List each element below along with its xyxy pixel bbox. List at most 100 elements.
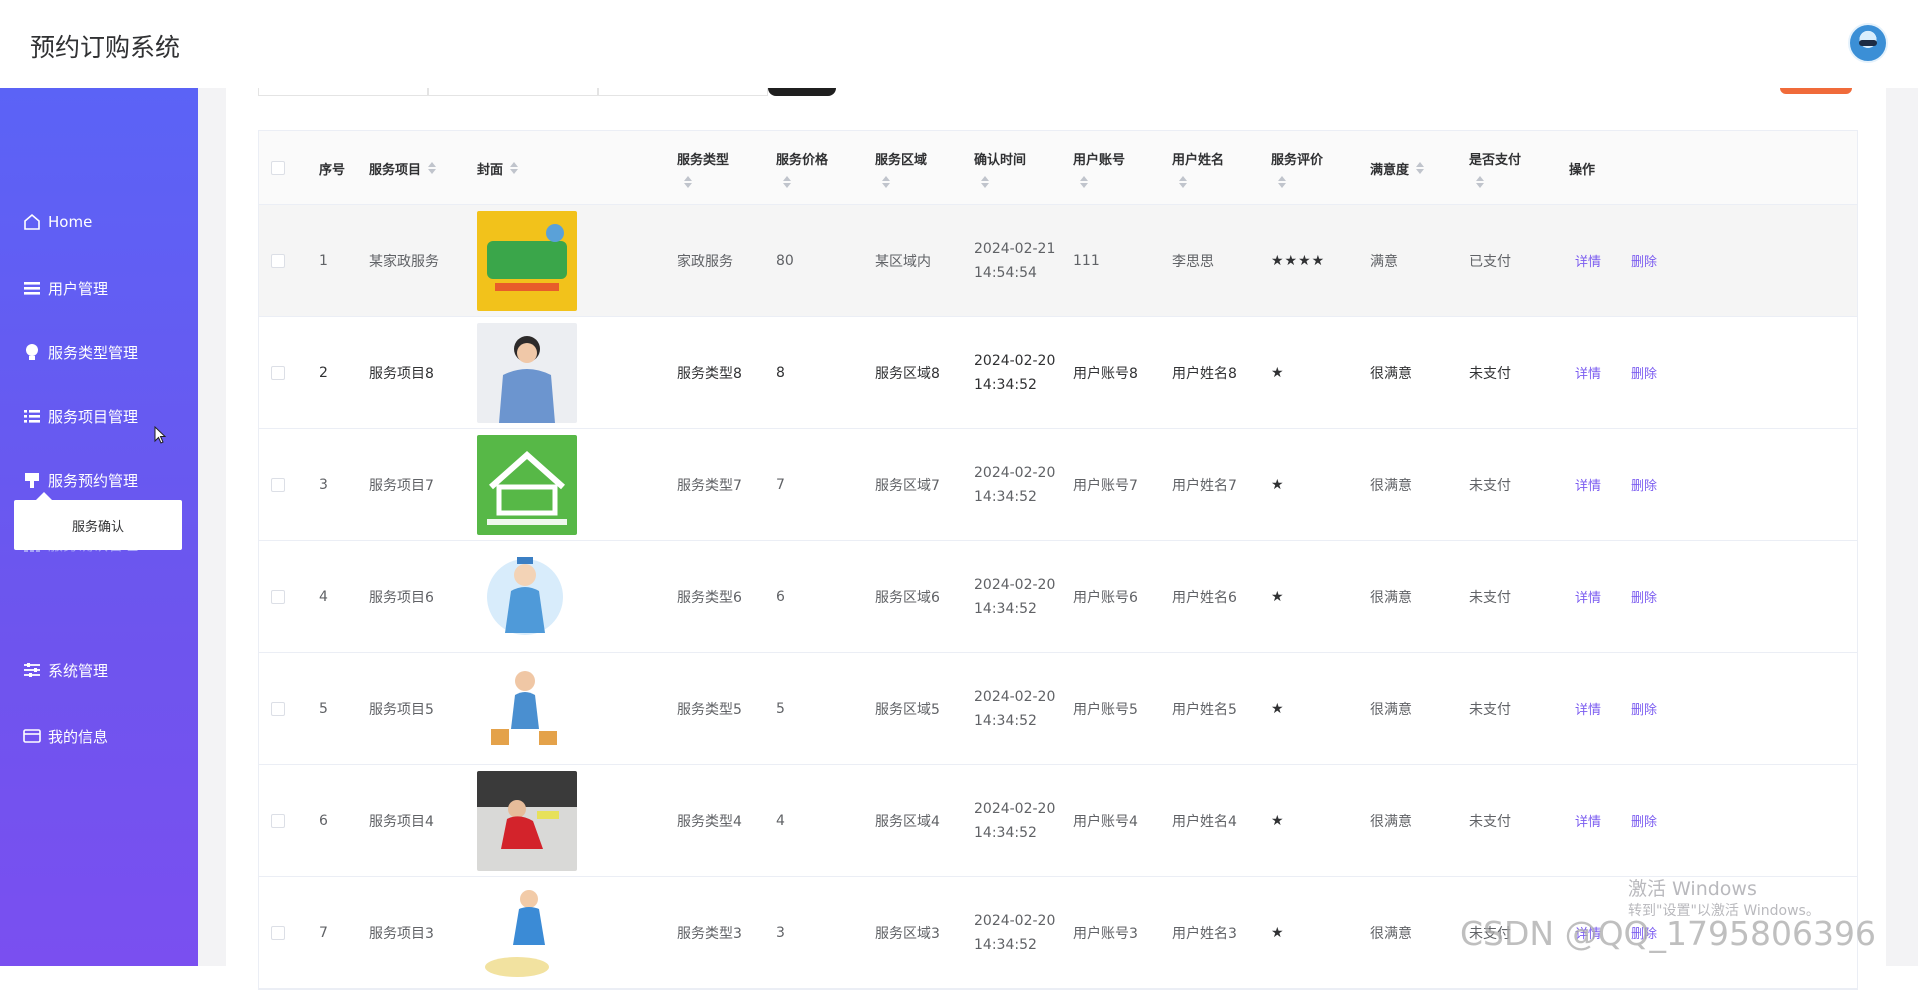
row-checkbox[interactable] bbox=[271, 765, 285, 876]
col-name[interactable]: 用户姓名 bbox=[1172, 131, 1224, 205]
delete-link[interactable]: 删除 bbox=[1631, 363, 1657, 382]
sidebar-item-users[interactable]: 用户管理 bbox=[22, 276, 108, 300]
cell-account: 用户账号8 bbox=[1073, 365, 1138, 382]
cell-paid: 已支付 bbox=[1469, 253, 1511, 270]
cell-index: 3 bbox=[319, 476, 328, 493]
cell-satisfaction: 很满意 bbox=[1370, 477, 1412, 494]
table-row[interactable]: 1 某家政服务 家政服务 80 某区域内 111 李思思 满意 已支付 2024-02-21 14:… bbox=[259, 205, 1857, 317]
cell-price: 3 bbox=[776, 924, 785, 941]
cell-satisfaction: 很满意 bbox=[1370, 365, 1412, 382]
detail-link[interactable]: 详情 bbox=[1575, 699, 1601, 718]
search-input[interactable] bbox=[428, 88, 598, 96]
sidebar-item-profile[interactable]: 我的信息 bbox=[22, 724, 108, 748]
cell-account: 用户账号3 bbox=[1073, 925, 1138, 942]
list-alt-icon bbox=[22, 406, 42, 426]
col-satisfaction[interactable]: 满意度 bbox=[1370, 131, 1425, 205]
col-area[interactable]: 服务区域 bbox=[875, 131, 927, 205]
sort-icon[interactable] bbox=[980, 175, 990, 188]
detail-link[interactable]: 详情 bbox=[1575, 475, 1601, 494]
col-paid[interactable]: 是否支付 bbox=[1469, 131, 1521, 205]
sidebar-item-service-items[interactable]: 服务项目管理 bbox=[22, 404, 138, 428]
table-row[interactable]: 5 服务项目5 服务类型5 5 服务区域5 用户账号5 用户姓名5 很满意 未支付 2024-02… bbox=[259, 653, 1857, 765]
submenu-item-confirm[interactable]: 服务确认 bbox=[14, 516, 182, 535]
cell-price: 6 bbox=[776, 588, 785, 605]
sort-icon[interactable] bbox=[881, 175, 891, 188]
col-item[interactable]: 服务项目 bbox=[369, 131, 437, 205]
cell-rating: ★ bbox=[1271, 700, 1285, 717]
row-checkbox[interactable] bbox=[271, 429, 285, 540]
table-row[interactable]: 6 服务项目4 服务类型4 4 服务区域4 用户账号4 用户姓名4 很满意 未支付 2024-02… bbox=[259, 765, 1857, 877]
user-avatar[interactable] bbox=[1848, 23, 1888, 63]
cell-rating: ★ bbox=[1271, 364, 1285, 381]
cell-rating: ★ bbox=[1271, 588, 1285, 605]
cell-ops: 详情 删除 bbox=[1575, 765, 1687, 876]
detail-link[interactable]: 详情 bbox=[1575, 587, 1601, 606]
delete-link[interactable]: 删除 bbox=[1631, 811, 1657, 830]
cell-name: 李思思 bbox=[1172, 253, 1214, 270]
cell-item: 服务项目8 bbox=[369, 365, 434, 382]
cell-rating: ★ bbox=[1271, 812, 1285, 829]
cell-satisfaction: 满意 bbox=[1370, 253, 1398, 270]
cell-area: 服务区域5 bbox=[875, 701, 940, 718]
delete-link[interactable]: 删除 bbox=[1631, 475, 1657, 494]
sidebar-item-system[interactable]: 系统管理 bbox=[22, 658, 108, 682]
row-checkbox[interactable] bbox=[271, 205, 285, 316]
cell-type: 服务类型8 bbox=[677, 365, 742, 382]
bulb-icon bbox=[22, 342, 42, 362]
detail-link[interactable]: 详情 bbox=[1575, 811, 1601, 830]
col-cover[interactable]: 封面 bbox=[477, 131, 519, 205]
search-button[interactable] bbox=[768, 88, 836, 96]
select-all-checkbox[interactable] bbox=[271, 131, 285, 205]
sort-icon[interactable] bbox=[1178, 175, 1188, 188]
table-row[interactable]: 3 服务项目7 服务类型7 7 服务区域7 用户账号7 用户姓名7 很满意 未支付 2024-02… bbox=[259, 429, 1857, 541]
cover-image bbox=[477, 541, 577, 652]
table-row[interactable]: 4 服务项目6 服务类型6 6 服务区域6 用户账号6 用户姓名6 很满意 未支付 2024-02… bbox=[259, 541, 1857, 653]
sort-icon[interactable] bbox=[509, 162, 519, 174]
sidebar-item-bookings[interactable]: 服务预约管理 bbox=[22, 468, 138, 492]
batch-delete-button[interactable] bbox=[1780, 88, 1852, 94]
sort-icon[interactable] bbox=[1277, 175, 1287, 188]
cell-price: 80 bbox=[776, 252, 794, 269]
row-checkbox[interactable] bbox=[271, 317, 285, 428]
sort-icon[interactable] bbox=[1079, 175, 1089, 188]
row-checkbox[interactable] bbox=[271, 541, 285, 652]
sort-icon[interactable] bbox=[1415, 162, 1425, 174]
sidebar-item-home[interactable]: Home bbox=[22, 210, 92, 234]
cell-satisfaction: 很满意 bbox=[1370, 589, 1412, 606]
search-input[interactable] bbox=[258, 88, 428, 96]
mouse-cursor-icon bbox=[154, 426, 167, 444]
row-checkbox[interactable] bbox=[271, 653, 285, 764]
sidebar-item-label: 服务项目管理 bbox=[48, 407, 139, 426]
cell-rating: ★★★★ bbox=[1271, 252, 1326, 269]
detail-link[interactable]: 详情 bbox=[1575, 363, 1601, 382]
sort-icon[interactable] bbox=[683, 175, 693, 188]
col-price[interactable]: 服务价格 bbox=[776, 131, 828, 205]
cell-satisfaction: 很满意 bbox=[1370, 925, 1412, 942]
search-input[interactable] bbox=[598, 88, 768, 96]
row-checkbox[interactable] bbox=[271, 877, 285, 988]
delete-link[interactable]: 删除 bbox=[1631, 587, 1657, 606]
delete-link[interactable]: 删除 bbox=[1631, 251, 1657, 270]
table-row[interactable]: 2 服务项目8 服务类型8 8 服务区域8 用户账号8 用户姓名8 很满意 未支付 2024-02… bbox=[259, 317, 1857, 429]
cell-item: 服务项目3 bbox=[369, 925, 434, 942]
sort-icon[interactable] bbox=[1475, 175, 1485, 188]
sort-icon[interactable] bbox=[427, 162, 437, 174]
cell-price: 5 bbox=[776, 700, 785, 717]
col-type[interactable]: 服务类型 bbox=[677, 131, 729, 205]
detail-link[interactable]: 详情 bbox=[1575, 251, 1601, 270]
col-rating[interactable]: 服务评价 bbox=[1271, 131, 1323, 205]
cell-item: 服务项目6 bbox=[369, 589, 434, 606]
cell-confirm-time: 2024-02-20 14:34:52 bbox=[974, 688, 1056, 729]
cell-satisfaction: 很满意 bbox=[1370, 813, 1412, 830]
cell-type: 服务类型6 bbox=[677, 589, 742, 606]
col-account[interactable]: 用户账号 bbox=[1073, 131, 1125, 205]
cell-index: 5 bbox=[319, 700, 328, 717]
sidebar-item-service-types[interactable]: 服务类型管理 bbox=[22, 340, 138, 364]
data-table: 序号 服务项目 封面 服务类型 服务价格 服务区域 确认时间 用户账号 用户姓名… bbox=[258, 130, 1858, 990]
cell-name: 用户姓名7 bbox=[1172, 477, 1237, 494]
cell-paid: 未支付 bbox=[1469, 589, 1511, 606]
col-confirm-time[interactable]: 确认时间 bbox=[974, 131, 1026, 205]
sort-icon[interactable] bbox=[782, 175, 792, 188]
delete-link[interactable]: 删除 bbox=[1631, 699, 1657, 718]
col-index: 序号 bbox=[319, 162, 346, 178]
